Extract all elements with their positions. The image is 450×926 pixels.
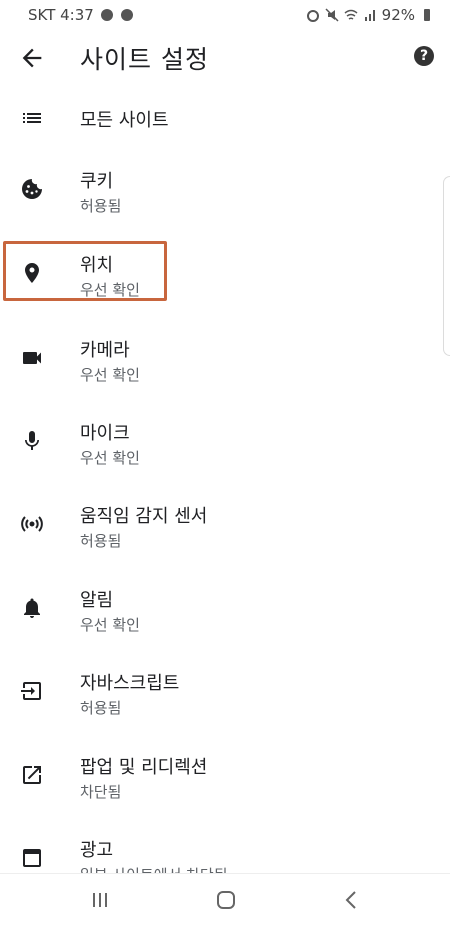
item-subtitle: 허용됨 [80, 197, 122, 215]
cookie-icon [22, 179, 42, 199]
settings-item-ads[interactable]: 광고 일부 사이트에서 차단됨 [0, 834, 440, 873]
battery-percent: 92% [381, 6, 415, 24]
highlight-box [3, 241, 167, 301]
arrow-back-icon[interactable] [18, 44, 46, 72]
list-icon [23, 113, 41, 123]
bell-icon [24, 598, 40, 618]
item-subtitle: 일부 사이트에서 차단됨 [80, 864, 228, 873]
mic-icon [25, 431, 39, 450]
item-subtitle: 허용됨 [80, 532, 122, 550]
item-subtitle: 우선 확인 [80, 366, 140, 384]
help-icon[interactable]: ? [414, 46, 434, 66]
settings-item-camera[interactable]: 카메라 우선 확인 [0, 334, 440, 394]
home-icon[interactable] [212, 886, 240, 914]
item-label: 광고 [80, 840, 114, 861]
item-label: 모든 사이트 [80, 110, 169, 131]
status-bar: SKT 4:37 92% [0, 0, 450, 30]
chat-bubble-icon [100, 9, 113, 21]
alarm-icon [306, 10, 319, 22]
system-nav-bar [0, 873, 450, 926]
item-subtitle: 우선 확인 [80, 449, 140, 467]
videocam-icon [23, 352, 41, 364]
item-label: 알림 [80, 590, 114, 611]
signal-icon [364, 10, 375, 21]
app-bar: 사이트 설정 ? [0, 30, 450, 86]
item-subtitle: 허용됨 [80, 699, 122, 717]
chat-bubble-icon [120, 9, 133, 21]
javascript-icon [21, 682, 41, 700]
item-label: 움직임 감지 센서 [80, 506, 208, 527]
item-label: 팝업 및 리디렉션 [80, 757, 208, 778]
scrollbar[interactable] [443, 176, 450, 356]
item-subtitle: 차단됨 [80, 783, 122, 801]
item-label: 마이크 [80, 423, 130, 444]
settings-item-javascript[interactable]: 자바스크립트 허용됨 [0, 667, 440, 727]
sensors-icon [21, 516, 43, 532]
item-label: 카메라 [80, 340, 130, 361]
settings-item-motion-sensors[interactable]: 움직임 감지 센서 허용됨 [0, 500, 440, 560]
item-label: 자바스크립트 [80, 673, 180, 694]
item-subtitle: 우선 확인 [80, 616, 140, 634]
settings-item-microphone[interactable]: 마이크 우선 확인 [0, 417, 440, 477]
window-icon [23, 849, 41, 867]
open-in-new-icon [23, 766, 41, 784]
back-chevron-icon[interactable] [338, 886, 366, 914]
settings-item-cookies[interactable]: 쿠키 허용됨 [0, 165, 440, 225]
settings-item-popups[interactable]: 팝업 및 리디렉션 차단됨 [0, 751, 440, 811]
settings-item-notifications[interactable]: 알림 우선 확인 [0, 584, 440, 644]
page-title: 사이트 설정 [80, 45, 209, 74]
wifi-icon [344, 9, 358, 20]
battery-icon [424, 9, 430, 21]
item-label: 쿠키 [80, 171, 114, 192]
mute-icon [325, 8, 339, 22]
settings-item-all-sites[interactable]: 모든 사이트 [0, 100, 440, 140]
carrier-time: SKT 4:37 [28, 6, 94, 24]
recents-icon[interactable] [86, 886, 114, 914]
